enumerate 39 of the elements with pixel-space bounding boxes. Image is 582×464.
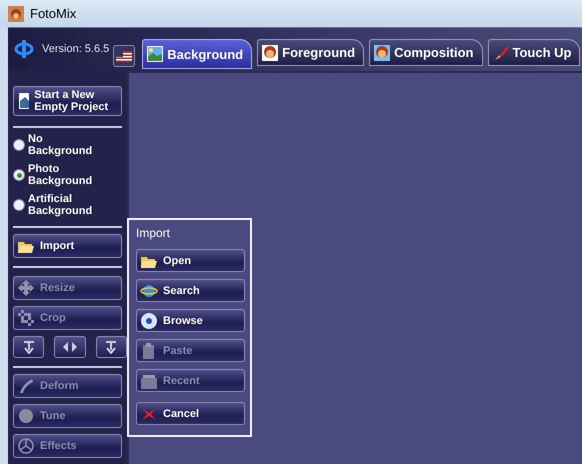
version-label: Version: 5.6.5: [42, 42, 110, 54]
menu-button[interactable]: Search: [136, 279, 245, 302]
tab[interactable]: Composition: [369, 39, 482, 66]
radio-button[interactable]: [13, 139, 25, 151]
landscape-icon: [146, 45, 164, 63]
deform-icon: [17, 377, 35, 395]
disc-icon: [140, 312, 158, 330]
phi-logo-icon: [14, 38, 34, 58]
arrow-down-icon: [22, 340, 36, 354]
face-icon: [261, 44, 280, 62]
dial-icon: [17, 407, 35, 425]
face-icon: [373, 44, 392, 62]
menu-button[interactable]: Browse: [136, 309, 245, 332]
radio-button[interactable]: [13, 169, 25, 181]
move-icon: [17, 279, 35, 297]
double-arrow-icon: [62, 341, 78, 353]
tab[interactable]: Foreground: [257, 39, 364, 66]
app-icon: [8, 6, 24, 22]
effects-icon: [17, 437, 35, 455]
window-title: FotoMix: [30, 6, 76, 21]
radio-label: Artificial Background: [28, 193, 94, 217]
menu-title: Import: [136, 226, 172, 240]
arrow-down-icon: [104, 340, 118, 354]
tab[interactable]: Background: [142, 39, 252, 69]
menu-button[interactable]: Open: [136, 249, 245, 272]
new-project-button[interactable]: Start a New Empty Project: [13, 86, 122, 116]
tab[interactable]: Touch Up: [488, 39, 580, 66]
flip-button[interactable]: [54, 336, 86, 358]
rotate-right-button[interactable]: [96, 336, 127, 358]
document-icon: [17, 91, 30, 111]
radio-label: No Background: [28, 133, 94, 157]
radio-button[interactable]: [13, 199, 25, 211]
flag-button[interactable]: [113, 45, 136, 67]
radio-label: Photo Background: [28, 163, 94, 187]
menu-button[interactable]: Cancel: [136, 402, 245, 425]
crop-icon: [17, 309, 35, 327]
flag-icon: [116, 50, 132, 62]
import-button[interactable]: Import: [13, 234, 122, 258]
rotate-left-button[interactable]: [13, 336, 44, 358]
